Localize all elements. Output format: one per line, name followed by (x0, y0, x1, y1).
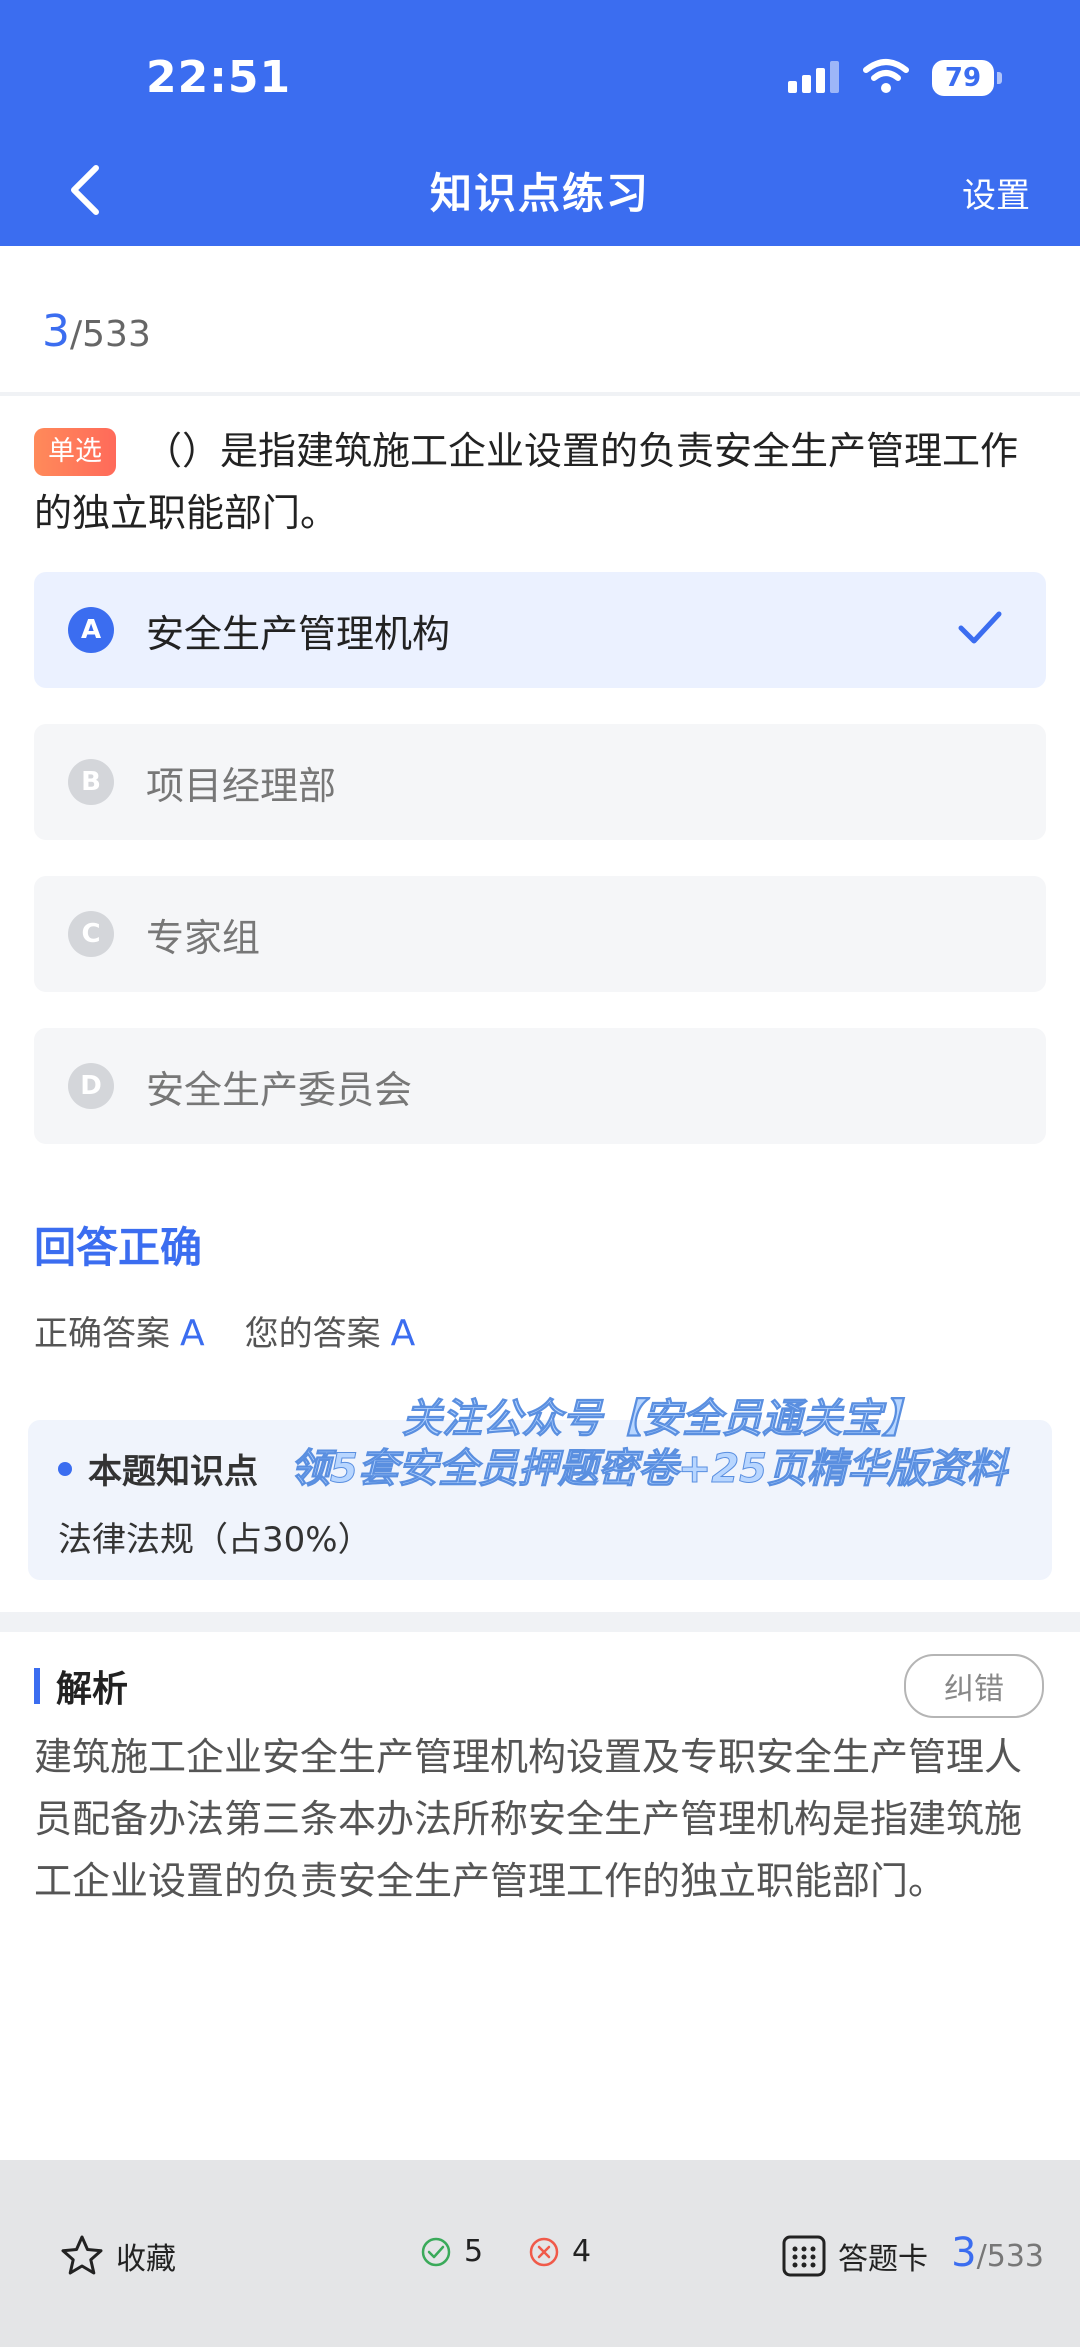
wrong-count: 4 (528, 2234, 591, 2269)
option-letter: D (68, 1063, 114, 1109)
option-text: 项目经理部 (146, 763, 337, 808)
bullet-icon (58, 1461, 72, 1476)
x-circle-icon (529, 2237, 559, 2266)
knowledge-point-box: 本题知识点 法律法规（占30%） (28, 1420, 1052, 1580)
your-answer-label: 您的答案 (244, 1314, 381, 1354)
question-type-badge: 单选 (34, 428, 116, 476)
correct-answer-value: A (180, 1313, 205, 1354)
bottom-progress: 3/533 (951, 2230, 1044, 2276)
correct-answer-label: 正确答案 (34, 1314, 170, 1354)
option-d[interactable]: D 安全生产委员会 (34, 1028, 1046, 1144)
bottom-progress-current: 3 (951, 2230, 977, 2276)
status-time: 22:51 (146, 52, 292, 103)
knowledge-point-content: 法律法规（占30%） (58, 1520, 372, 1560)
answer-card-label: 答题卡 (838, 2242, 928, 2277)
your-answer-value: A (390, 1313, 416, 1354)
correct-count: 5 (420, 2234, 483, 2269)
question-text: （）是指建筑施工企业设置的负责安全生产管理工作的独立职能部门。 (34, 429, 1019, 535)
progress-total: /533 (70, 314, 151, 355)
option-letter: A (68, 607, 114, 653)
option-b[interactable]: B 项目经理部 (34, 724, 1046, 840)
answer-summary: 正确答案 A 您的答案 A (34, 1306, 415, 1355)
result-title: 回答正确 (34, 1223, 203, 1272)
bottom-toolbar: 收藏 5 4 答题卡 3/533 (0, 2160, 1080, 2347)
grid-icon (782, 2235, 826, 2277)
signal-icon (788, 59, 840, 97)
report-error-button[interactable]: 纠错 (904, 1654, 1044, 1718)
star-icon (61, 2235, 103, 2275)
bottom-progress-total: /533 (976, 2239, 1044, 2274)
correct-count-value: 5 (464, 2234, 484, 2269)
knowledge-point-heading: 本题知识点 (58, 1444, 258, 1493)
option-text: 专家组 (146, 915, 261, 960)
favorite-label: 收藏 (116, 2242, 176, 2277)
wifi-icon (862, 58, 910, 98)
option-text: 安全生产管理机构 (146, 611, 451, 656)
option-c[interactable]: C 专家组 (34, 876, 1046, 992)
question-progress: 3/533 (42, 306, 151, 357)
check-circle-icon (421, 2237, 451, 2266)
option-text: 安全生产委员会 (146, 1067, 413, 1112)
option-letter: C (68, 911, 114, 957)
section-divider (0, 1612, 1080, 1632)
app-header: 22:51 79 知识点练习 设置 (0, 0, 1080, 246)
question-text-block: 单选 （）是指建筑施工企业设置的负责安全生产管理工作的独立职能部门。 (34, 420, 1034, 544)
wrong-count-value: 4 (572, 2234, 592, 2269)
battery-indicator: 79 (932, 60, 1002, 96)
knowledge-point-title: 本题知识点 (88, 1452, 258, 1492)
analysis-title: 解析 (56, 1669, 129, 1710)
section-accent-bar (34, 1668, 40, 1704)
answer-card-button[interactable]: 答题卡 (782, 2234, 928, 2278)
status-icons: 79 (788, 58, 1002, 98)
option-letter: B (68, 759, 114, 805)
settings-button[interactable]: 设置 (962, 168, 1030, 217)
divider (0, 392, 1080, 396)
favorite-button[interactable]: 收藏 (60, 2234, 176, 2278)
checkmark-icon (958, 610, 1002, 650)
option-a[interactable]: A 安全生产管理机构 (34, 572, 1046, 688)
analysis-text: 建筑施工企业安全生产管理机构设置及专职安全生产管理人员配备办法第三条本办法所称安… (34, 1735, 1023, 1903)
progress-current: 3 (42, 306, 70, 357)
page-title: 知识点练习 (429, 169, 650, 218)
